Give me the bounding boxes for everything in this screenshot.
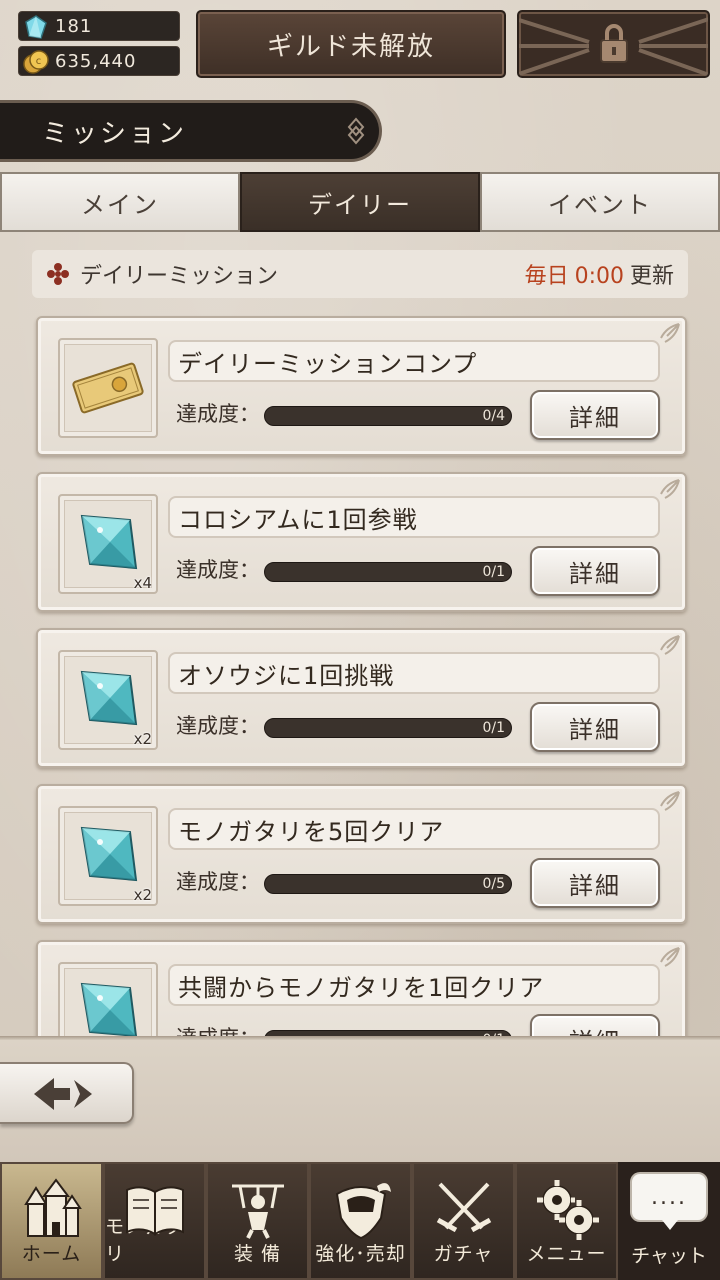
reward-slot[interactable] [58, 338, 158, 438]
coins-icon: c [23, 50, 49, 74]
nav-label: 装 備 [233, 1243, 282, 1265]
gem-count: 181 [55, 15, 93, 37]
detail-button[interactable]: 詳細 [530, 1014, 660, 1038]
chains-lock-icon [519, 17, 708, 76]
progress-bar: 0/4 [264, 406, 512, 426]
chat-button[interactable]: .... チャット [618, 1162, 720, 1280]
gold-count: 635,440 [55, 50, 137, 72]
reward-slot[interactable]: x2 [58, 650, 158, 750]
progress-bar: 0/5 [264, 874, 512, 894]
progress-bar: 0/1 [264, 718, 512, 738]
detail-button[interactable]: 詳細 [530, 390, 660, 440]
mission-card: x2 モノガタリを5回クリア 達成度： 0/5 詳細 [36, 784, 687, 924]
reward-slot[interactable]: x2 [58, 806, 158, 906]
mission-title: オソウジに1回挑戦 [168, 652, 660, 694]
back-button[interactable] [0, 1062, 134, 1124]
detail-button[interactable]: 詳細 [530, 858, 660, 908]
progress-text: 0/5 [482, 876, 505, 892]
section-title: デイリーミッション [80, 264, 279, 289]
section-header: デイリーミッション 毎日 0:00 更新 [32, 250, 688, 298]
guild-button[interactable]: ギルド未解放 [196, 10, 506, 78]
mission-title: 共闘からモノガタリを1回クリア [168, 964, 660, 1006]
nav-item-armor[interactable]: 強化･売却 [309, 1162, 412, 1280]
nav-item-castle[interactable]: ホーム [0, 1162, 103, 1280]
reward-quantity: x2 [133, 886, 152, 904]
progress-text: 0/1 [482, 720, 505, 736]
svg-text:c: c [36, 56, 43, 67]
tab-main[interactable]: メイン [0, 172, 240, 232]
mission-tabs: メイン デイリー イベント [0, 172, 720, 232]
tab-daily[interactable]: デイリー [240, 172, 480, 232]
mission-card: x2 オソウジに1回挑戦 達成度： 0/1 詳細 [36, 628, 687, 768]
chat-bubble-icon: .... [630, 1172, 708, 1230]
reward-quantity: x4 [133, 574, 152, 592]
gem-counter: 181 [18, 11, 180, 41]
bottom-nav: ホームモノガタリ装 備 強化･売却 ガチャ メニュー .... チャット [0, 1162, 720, 1280]
mission-card: 共闘からモノガタリを1回クリア 達成度： 0/1 詳細 [36, 940, 687, 1038]
detail-button[interactable]: 詳細 [530, 546, 660, 596]
nav-label: 強化･売却 [315, 1243, 406, 1265]
progress-text: 0/1 [482, 564, 505, 580]
locked-feature-button[interactable] [517, 10, 710, 78]
gold-counter: c 635,440 [18, 46, 180, 76]
back-arrow-icon [34, 1078, 92, 1110]
progress-label: 達成度： [176, 870, 260, 894]
detail-button[interactable]: 詳細 [530, 702, 660, 752]
nav-label: ホーム [21, 1243, 82, 1265]
nav-item-swords[interactable]: ガチャ [412, 1162, 515, 1280]
progress-label: 達成度： [176, 402, 260, 426]
nav-label: ガチャ [433, 1243, 494, 1265]
mission-card: デイリーミッションコンプ 達成度： 0/4 詳細 [36, 316, 687, 456]
refresh-prefix: 毎日 [524, 264, 569, 289]
gem-icon [25, 15, 47, 39]
reward-slot[interactable]: x4 [58, 494, 158, 594]
mission-card: x4 コロシアムに1回参戦 達成度： 0/1 詳細 [36, 472, 687, 612]
reward-slot[interactable] [58, 962, 158, 1038]
progress-bar: 0/1 [264, 562, 512, 582]
mission-title: モノガタリを5回クリア [168, 808, 660, 850]
nav-item-gears[interactable]: メニュー [515, 1162, 618, 1280]
guild-button-label: ギルド未解放 [266, 31, 435, 62]
nav-item-puppet[interactable]: 装 備 [206, 1162, 309, 1280]
refresh-suffix: 更新 [629, 264, 674, 289]
page-title: ミッション [42, 118, 188, 149]
cross-ornament-icon [47, 263, 69, 285]
mission-title: コロシアムに1回参戦 [168, 496, 660, 538]
reward-quantity: x2 [133, 730, 152, 748]
progress-label: 達成度： [176, 714, 260, 738]
chat-label: チャット [631, 1245, 707, 1267]
refresh-time: 0:00 [574, 264, 624, 289]
progress-text: 0/4 [482, 408, 505, 424]
refresh-info: 毎日 0:00 更新 [525, 258, 674, 290]
mission-title: デイリーミッションコンプ [168, 340, 660, 382]
ornament-icon [347, 117, 365, 145]
progress-label: 達成度： [176, 558, 260, 582]
page-title-bar: ミッション [0, 100, 382, 162]
tab-event[interactable]: イベント [480, 172, 720, 232]
nav-item-book[interactable]: モノガタリ [103, 1162, 206, 1280]
mission-list[interactable]: デイリーミッションコンプ 達成度： 0/4 詳細 x4 コロシアムに1回参戦 達… [0, 310, 720, 1038]
nav-label: メニュー [526, 1243, 607, 1265]
